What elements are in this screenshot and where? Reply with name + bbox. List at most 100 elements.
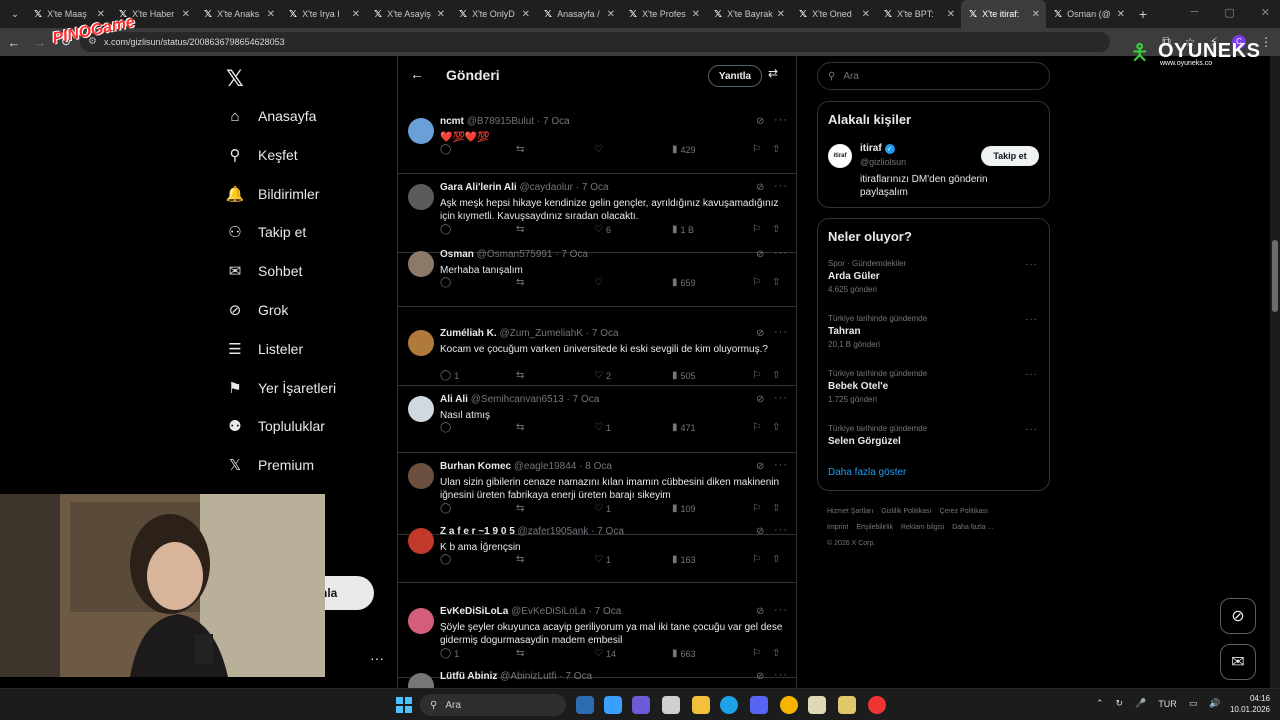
app-icon-3[interactable] (868, 696, 886, 714)
tab-close-icon[interactable]: ✕ (607, 9, 615, 20)
views-action[interactable]: ▮ 505 (672, 370, 696, 381)
footer-link[interactable]: Erişilebilirlik (856, 524, 893, 531)
nav-item-topluluklar[interactable]: ⚉ Topluluklar (226, 412, 325, 440)
author-name[interactable]: Lütfü Abiniz (440, 671, 497, 682)
like-action[interactable]: ♡ 6 (594, 224, 611, 235)
more-icon[interactable]: ··· (774, 669, 788, 681)
views-action[interactable]: ▮ 663 (672, 648, 696, 659)
show-more-link[interactable]: Daha fazla göster (828, 467, 906, 478)
discord-icon[interactable] (750, 696, 768, 714)
author-name[interactable]: Ali Ali (440, 394, 468, 405)
share-action[interactable]: ⇧ (772, 370, 780, 381)
avatar[interactable] (408, 396, 434, 422)
back-icon[interactable]: ← (2, 30, 26, 54)
like-action[interactable]: ♡ 1 (594, 554, 611, 565)
views-action[interactable]: ▮ 109 (672, 503, 696, 514)
language-indicator[interactable]: TUR (1158, 699, 1177, 709)
network-icon[interactable]: ▭ (1189, 698, 1198, 709)
like-action[interactable]: ♡ 1 (594, 503, 611, 514)
forward-icon[interactable]: → (28, 30, 52, 54)
nav-item-takip-et[interactable]: ⚇ Takip et (226, 218, 306, 246)
copilot-icon[interactable] (604, 696, 622, 714)
browser-tab[interactable]: 𝕏 X'te Anaks ✕ (196, 0, 281, 28)
tweet-date[interactable]: 7 Oca (573, 394, 600, 405)
tab-close-icon[interactable]: ✕ (777, 9, 785, 20)
author-handle[interactable]: @B78915Bulut (467, 116, 534, 127)
grok-icon[interactable]: ⊘ (756, 328, 764, 339)
tab-close-icon[interactable]: ✕ (437, 9, 445, 20)
footer-link[interactable]: Imprint (827, 524, 848, 531)
retweet-action[interactable]: ⇆ (516, 503, 527, 514)
more-icon[interactable]: ··· (774, 180, 788, 192)
views-action[interactable]: ▮ 471 (672, 422, 696, 433)
browser-tab[interactable]: 𝕏 X'te Irya I ✕ (281, 0, 366, 28)
trend-item[interactable]: Türkiye tarihinde gündemde Tahran 20,1 B g… (828, 314, 1038, 349)
scrollbar-thumb[interactable] (1272, 240, 1278, 312)
like-action[interactable]: ♡ 14 (594, 648, 616, 659)
share-action[interactable]: ⇧ (772, 422, 780, 433)
file-explorer-icon[interactable] (692, 696, 710, 714)
more-icon[interactable]: ··· (774, 604, 788, 616)
tab-close-icon[interactable]: ✕ (947, 9, 955, 20)
microphone-icon[interactable]: 🎤 (1135, 698, 1146, 709)
new-tab-button[interactable]: + (1131, 6, 1155, 22)
nav-item-keşfet[interactable]: ⚲ Keşfet (226, 141, 298, 169)
author-name[interactable]: Osman (440, 249, 474, 260)
start-icon[interactable] (396, 697, 412, 713)
avatar[interactable]: itiraf (828, 144, 852, 168)
reply-tweet[interactable]: Lütfü Abiniz @AbinizLutfi · 7 Oca ⊘ ··· (398, 663, 796, 688)
more-icon[interactable]: ··· (774, 247, 788, 259)
taskbar-search[interactable]: ⚲ Ara (420, 694, 566, 716)
avatar[interactable] (408, 330, 434, 356)
author-handle[interactable]: @Zum_ZumeliahK (499, 328, 583, 339)
tab-close-icon[interactable]: ✕ (182, 9, 190, 20)
retweet-action[interactable]: ⇆ (516, 648, 527, 659)
author-handle[interactable]: @EvKeDiSiLoLa (511, 606, 586, 617)
browser-tab[interactable]: 𝕏 X'te OnlyD ✕ (451, 0, 536, 28)
footer-link[interactable]: Daha fazla ... (952, 524, 993, 531)
avatar[interactable] (408, 463, 434, 489)
x-logo[interactable]: 𝕏 (226, 66, 244, 92)
share-action[interactable]: ⇧ (772, 144, 780, 155)
volume-icon[interactable]: 🔊 (1209, 698, 1220, 709)
avatar[interactable] (408, 528, 434, 554)
footer-link[interactable]: © 2026 X Corp. (827, 540, 875, 547)
footer-link[interactable]: Gizlilik Politikası (881, 508, 931, 515)
browser-tab[interactable]: 𝕏 X'te Asayiş ✕ (366, 0, 451, 28)
nav-item-listeler[interactable]: ☰ Listeler (226, 335, 303, 363)
more-icon[interactable]: ··· (1025, 424, 1038, 435)
footer-link[interactable]: Reklam bilgisi (901, 524, 944, 531)
bookmark-action[interactable]: ⚐ (752, 554, 761, 565)
more-icon[interactable]: ··· (774, 114, 788, 126)
share-action[interactable]: ⇧ (772, 277, 780, 288)
messages-fab-icon[interactable]: ✉ (1220, 644, 1256, 680)
reply-action[interactable]: ◯ (440, 144, 454, 155)
author-handle[interactable]: @AbinizLutfi (500, 671, 556, 682)
taskview-icon[interactable] (576, 696, 594, 714)
avatar[interactable] (408, 184, 434, 210)
retweet-action[interactable]: ⇆ (516, 554, 527, 565)
more-icon[interactable]: ··· (774, 524, 788, 536)
tab-close-icon[interactable]: ✕ (862, 9, 870, 20)
trend-item[interactable]: Türkiye tarihinde gündemde Bebek Otel'e 1.… (828, 369, 1038, 404)
more-icon[interactable]: ··· (1025, 259, 1038, 270)
views-action[interactable]: ▮ 429 (672, 144, 696, 155)
author-handle[interactable]: @eagle19844 (514, 461, 576, 472)
author-name[interactable]: EvKeDiSiLoLa (440, 606, 508, 617)
menu-icon[interactable]: ⋮ (1260, 35, 1272, 49)
author-name[interactable]: Gara Ali'lerin Ali (440, 182, 517, 193)
avatar[interactable] (408, 118, 434, 144)
bookmark-action[interactable]: ⚐ (752, 224, 761, 235)
search-input[interactable]: ⚲ Ara (817, 62, 1050, 90)
reply-tweet[interactable]: Ali Ali @Semihcanvan6513 · 7 Oca ⊘ ··· Nası… (398, 386, 796, 453)
filter-icon[interactable]: ⇄ (768, 66, 778, 80)
store-icon[interactable] (662, 696, 680, 714)
tweet-date[interactable]: 7 Oca (565, 671, 592, 682)
browser-tab[interactable]: 𝕏 X'te Profes ✕ (621, 0, 706, 28)
author-handle[interactable]: @caydaolur (519, 182, 573, 193)
nav-item-yer-i-şaretleri[interactable]: ⚑ Yer İşaretleri (226, 374, 336, 402)
tweet-date[interactable]: 7 Oca (595, 606, 622, 617)
share-action[interactable]: ⇧ (772, 648, 780, 659)
bookmark-action[interactable]: ⚐ (752, 648, 761, 659)
author-name[interactable]: Burhan Komec (440, 461, 511, 472)
